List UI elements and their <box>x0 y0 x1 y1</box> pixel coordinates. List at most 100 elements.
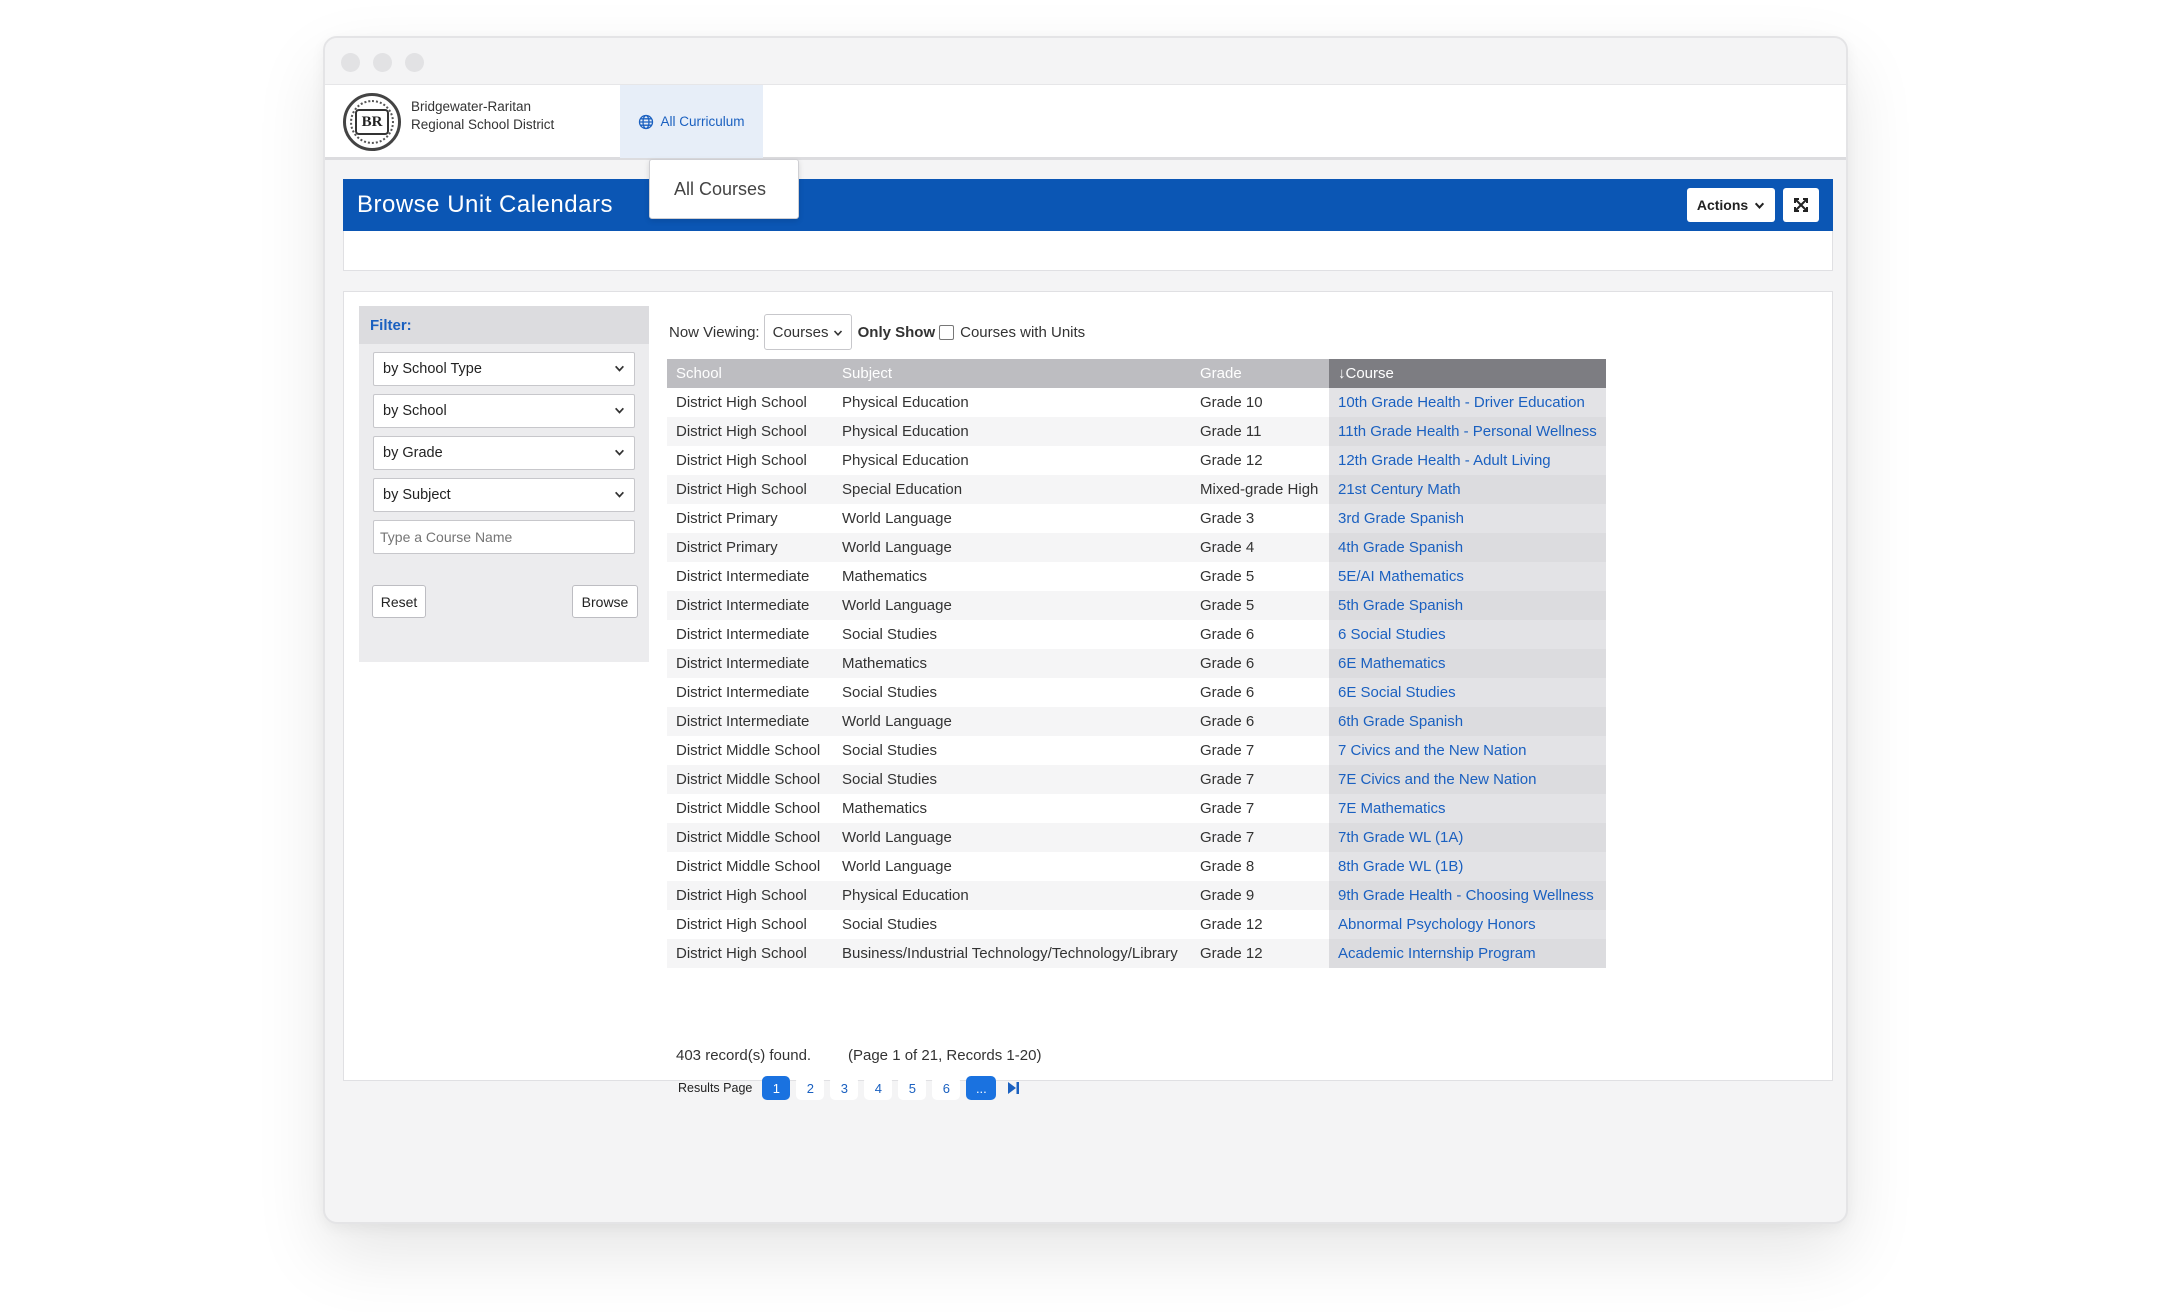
actions-button[interactable]: Actions <box>1687 188 1775 222</box>
window-close-dot[interactable] <box>341 53 360 72</box>
page-button-1[interactable]: 1 <box>762 1076 791 1100</box>
last-page-icon[interactable] <box>1006 1081 1020 1095</box>
all-curriculum-tab[interactable]: All Curriculum <box>620 85 763 158</box>
cell-school: District Primary <box>676 510 778 527</box>
cell-grade: Grade 6 <box>1191 707 1329 736</box>
cell-course-link[interactable]: 4th Grade Spanish <box>1329 533 1606 562</box>
cell-school: District High School <box>667 417 833 446</box>
all-courses-menu-item[interactable]: All Courses <box>649 159 799 219</box>
grade-select[interactable]: by Grade <box>373 436 635 470</box>
cell-grade: Grade 12 <box>1191 939 1329 968</box>
cell-grade: Grade 12 <box>1200 452 1263 469</box>
cell-grade: Grade 8 <box>1200 858 1255 875</box>
cell-course-link[interactable]: 11th Grade Health - Personal Wellness <box>1329 417 1606 446</box>
cell-course-link[interactable]: 21st Century Math <box>1329 475 1606 504</box>
page-button-3[interactable]: 3 <box>830 1076 859 1100</box>
cell-course-link[interactable]: 8th Grade WL (1B) <box>1329 852 1606 881</box>
page-button-2[interactable]: 2 <box>796 1076 825 1100</box>
table-row[interactable]: District Intermediate Mathematics Grade 5 5… <box>667 562 1606 591</box>
cell-course-link[interactable]: 6th Grade Spanish <box>1329 707 1606 736</box>
page-button-5[interactable]: 5 <box>898 1076 927 1100</box>
cell-grade: Grade 5 <box>1200 568 1255 585</box>
more-pages-button[interactable]: ... <box>966 1076 997 1100</box>
table-row[interactable]: District High School Business/Industrial … <box>667 939 1606 968</box>
cell-subject: Social Studies <box>842 916 938 933</box>
subject-select[interactable]: by Subject <box>373 478 635 512</box>
table-row[interactable]: District High School Special Education Mix… <box>667 475 1606 504</box>
school-select[interactable]: by School <box>373 394 635 428</box>
grade-select-value: by Grade <box>383 445 443 461</box>
view-type-select[interactable]: Courses <box>763 314 852 350</box>
table-row[interactable]: District Middle School Mathematics Grade 7… <box>667 794 1606 823</box>
table-row[interactable]: District Intermediate Mathematics Grade 66… <box>667 649 1606 678</box>
table-row[interactable]: District Middle School Social Studies Grad… <box>667 736 1606 765</box>
fullscreen-button[interactable] <box>1783 188 1819 222</box>
column-header-course[interactable]: ↓Course <box>1329 359 1606 388</box>
cell-course-link[interactable]: Abnormal Psychology Honors <box>1329 910 1606 939</box>
table-row[interactable]: District High School Physical Education Gr… <box>667 417 1606 446</box>
cell-school: District High School <box>667 939 833 968</box>
table-row[interactable]: District Intermediate World Language Grade… <box>667 707 1606 736</box>
table-row[interactable]: District Middle School World Language Grad… <box>667 852 1606 881</box>
district-logo[interactable]: BR <box>343 93 401 151</box>
courses-with-units-label: Courses with Units <box>960 323 1086 341</box>
table-header-row: School Subject Grade ↓Course <box>667 359 1606 388</box>
cell-subject: Special Education <box>833 475 1191 504</box>
school-type-select[interactable]: by School Type <box>373 352 635 386</box>
table-row[interactable]: District High School Physical Education Gr… <box>667 881 1606 910</box>
course-name-input[interactable] <box>373 520 635 554</box>
reset-button[interactable]: Reset <box>372 585 426 618</box>
table-row[interactable]: District Middle School World Language Grad… <box>667 823 1606 852</box>
all-curriculum-label: All Curriculum <box>660 114 745 129</box>
page-button-4[interactable]: 4 <box>864 1076 893 1100</box>
cell-course-link[interactable]: 6E Social Studies <box>1329 678 1606 707</box>
browse-button[interactable]: Browse <box>572 585 638 618</box>
cell-subject: Mathematics <box>842 568 928 585</box>
column-header-grade[interactable]: Grade <box>1191 359 1329 388</box>
table-row[interactable]: District High School Physical Education Gr… <box>667 446 1606 475</box>
cell-course-link[interactable]: 7th Grade WL (1A) <box>1329 823 1606 852</box>
cell-course-link[interactable]: 5E/AI Mathematics <box>1329 562 1606 591</box>
cell-course-link[interactable]: 12th Grade Health - Adult Living <box>1329 446 1606 475</box>
table-row[interactable]: District Middle School Social Studies Grad… <box>667 765 1606 794</box>
cell-course-link[interactable]: 9th Grade Health - Choosing Wellness <box>1329 881 1606 910</box>
table-row[interactable]: District High School Physical Education Gr… <box>667 388 1606 417</box>
school-type-select-value: by School Type <box>383 361 482 377</box>
courses-with-units-checkbox[interactable] <box>939 324 955 340</box>
view-controls: Now Viewing: Courses Only Show Courses w… <box>669 312 1085 352</box>
column-header-subject[interactable]: Subject <box>833 359 1191 388</box>
cell-subject: Social Studies <box>833 765 1191 794</box>
table-row[interactable]: District Primary World Language Grade 3 3rd… <box>667 504 1606 533</box>
cell-school: District Middle School <box>676 800 821 817</box>
table-row[interactable]: District High School Social Studies Grade … <box>667 910 1606 939</box>
table-row[interactable]: District Intermediate Social Studies Grade… <box>667 620 1606 649</box>
cell-subject: Physical Education <box>842 394 969 411</box>
cell-course-link[interactable]: 7E Civics and the New Nation <box>1329 765 1606 794</box>
window-maximize-dot[interactable] <box>405 53 424 72</box>
cell-school: District Middle School <box>667 765 833 794</box>
cell-course-link[interactable]: 10th Grade Health - Driver Education <box>1329 388 1606 417</box>
table-row[interactable]: District Intermediate Social Studies Grade… <box>667 678 1606 707</box>
cell-subject: Social Studies <box>842 626 938 643</box>
cell-course-link[interactable]: 3rd Grade Spanish <box>1329 504 1606 533</box>
table-row[interactable]: District Intermediate World Language Grade… <box>667 591 1606 620</box>
cell-course-link[interactable]: Academic Internship Program <box>1329 939 1606 968</box>
column-header-school[interactable]: School <box>667 359 833 388</box>
main-content: Filter: by School Type by School by Grad… <box>343 291 1833 1100</box>
cell-grade: Grade 7 <box>1191 823 1329 852</box>
cell-course-link[interactable]: 6E Mathematics <box>1329 649 1606 678</box>
app-header: BR Bridgewater-Raritan Regional School D… <box>325 85 1846 160</box>
cell-course-link[interactable]: 5th Grade Spanish <box>1329 591 1606 620</box>
page-button-6[interactable]: 6 <box>932 1076 961 1100</box>
cell-subject: World Language <box>842 858 952 875</box>
cell-grade: Grade 6 <box>1200 684 1255 701</box>
pagination: Results Page 1 2 3 4 5 6 ... <box>678 1076 1020 1100</box>
table-row[interactable]: District Primary World Language Grade 4 4th… <box>667 533 1606 562</box>
cell-course-link[interactable]: 7 Civics and the New Nation <box>1329 736 1606 765</box>
chevron-down-icon <box>615 407 624 414</box>
window-minimize-dot[interactable] <box>373 53 392 72</box>
cell-school: District High School <box>676 452 807 469</box>
cell-course-link[interactable]: 7E Mathematics <box>1329 794 1606 823</box>
cell-course-link[interactable]: 6 Social Studies <box>1329 620 1606 649</box>
cell-grade: Grade 10 <box>1200 394 1263 411</box>
